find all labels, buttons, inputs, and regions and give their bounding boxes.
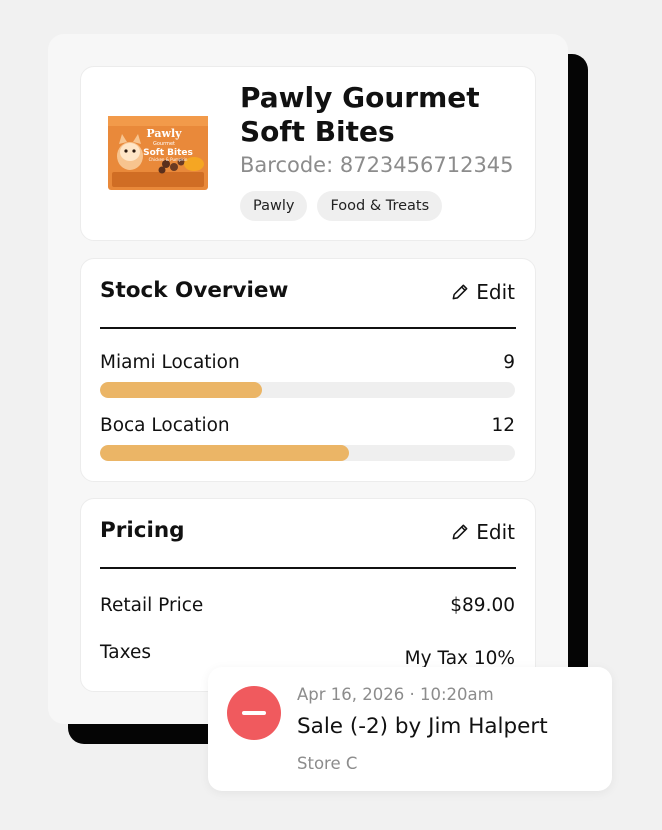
- stock-row-boca: Boca Location 12: [100, 415, 515, 461]
- tag-brand[interactable]: Pawly: [240, 191, 308, 221]
- price-label: Retail Price: [100, 595, 204, 616]
- stock-title: Stock Overview: [100, 278, 289, 303]
- toast-timestamp: Apr 16, 2026 · 10:20am: [297, 685, 494, 704]
- pencil-icon: [452, 524, 468, 540]
- location-name: Boca Location: [100, 415, 230, 436]
- stock-bar-track: [100, 382, 515, 398]
- pencil-icon: [452, 284, 468, 300]
- package-brand: Pawly: [146, 127, 182, 140]
- package-sub: Gourmet: [153, 141, 175, 147]
- price-value: $89.00: [450, 595, 515, 616]
- stock-divider: [100, 327, 516, 329]
- stock-bar-track: [100, 445, 515, 461]
- location-qty: 12: [491, 415, 515, 436]
- pricing-edit-button[interactable]: Edit: [450, 520, 515, 544]
- price-row-retail: Retail Price $89.00: [100, 595, 515, 616]
- product-header-card: Pawly Gourmet Soft Bites Chicken & Pumpk…: [80, 66, 536, 241]
- product-name: Pawly Gourmet Soft Bites: [240, 81, 480, 148]
- price-value: My Tax 10%: [404, 648, 515, 669]
- stock-edit-button[interactable]: Edit: [450, 280, 515, 304]
- stock-row-miami: Miami Location 9: [100, 352, 515, 398]
- toast-store: Store C: [297, 754, 358, 773]
- stock-edit-label: Edit: [476, 280, 515, 304]
- tag-category[interactable]: Food & Treats: [317, 191, 443, 221]
- pricing-card: Pricing Edit Retail Price $89.00 Taxes M…: [80, 498, 536, 692]
- activity-toast[interactable]: Apr 16, 2026 · 10:20am Sale (-2) by Jim …: [208, 667, 612, 791]
- location-name: Miami Location: [100, 352, 240, 373]
- stock-overview-card: Stock Overview Edit Miami Location 9 Boc…: [80, 258, 536, 482]
- package-flavor: Chicken & Pumpkin: [149, 157, 188, 162]
- minus-circle-icon: [227, 686, 281, 740]
- price-label: Taxes: [100, 642, 151, 663]
- pricing-divider: [100, 567, 516, 569]
- pricing-title: Pricing: [100, 518, 185, 543]
- stock-bar-fill: [100, 382, 262, 398]
- location-qty: 9: [503, 352, 515, 373]
- stock-bar-fill: [100, 445, 349, 461]
- product-tags: Pawly Food & Treats: [240, 191, 443, 221]
- product-image: Pawly Gourmet Soft Bites Chicken & Pumpk…: [108, 116, 208, 190]
- price-row-taxes: Taxes My Tax 10%: [100, 642, 515, 669]
- pricing-edit-label: Edit: [476, 520, 515, 544]
- toast-title: Sale (-2) by Jim Halpert: [297, 714, 548, 739]
- product-barcode: Barcode: 8723456712345: [240, 153, 514, 177]
